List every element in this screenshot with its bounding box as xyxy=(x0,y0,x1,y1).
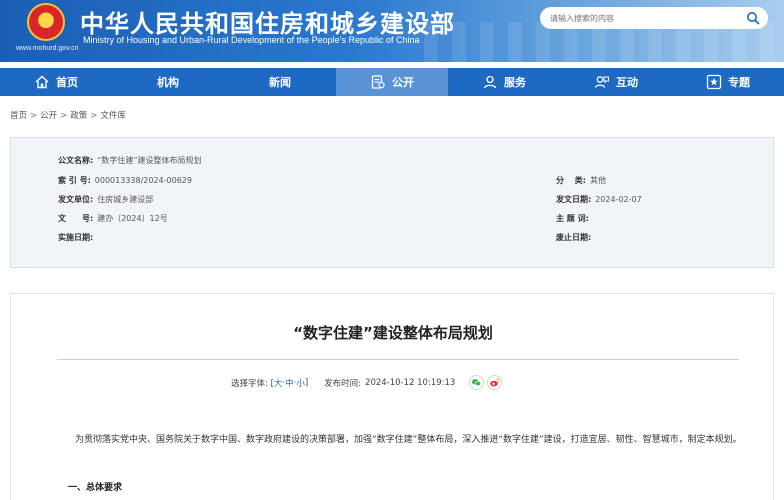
breadcrumb-file-library[interactable]: 文件库 xyxy=(100,111,126,121)
info-repeal-date: 废止日期: xyxy=(556,232,595,243)
font-size-close: ] xyxy=(304,377,309,388)
info-label: 索 引 号: xyxy=(58,176,91,185)
info-label: 分 类: xyxy=(556,176,586,185)
nav-item-news[interactable]: 新闻 xyxy=(224,68,336,96)
nav-item-label: 首页 xyxy=(56,76,78,89)
weibo-icon[interactable] xyxy=(487,375,503,390)
site-title[interactable]: 中华人民共和国住房和城乡建设部 xyxy=(80,4,455,39)
nav-item-institutions[interactable]: 机构 xyxy=(112,68,224,96)
nav-item-label: 互动 xyxy=(616,76,638,89)
info-value: 000013338/2024-00629 xyxy=(94,176,192,185)
font-large-link[interactable]: 大 xyxy=(274,377,283,389)
info-subject: 主 题 词: xyxy=(556,213,593,224)
nav-item-label: 服务 xyxy=(504,76,526,89)
info-label: 公文名称: xyxy=(58,156,94,165)
info-category: 分 类: 其他 xyxy=(556,175,606,186)
publish-time-label: 发布时间: xyxy=(324,378,362,389)
user-service-icon xyxy=(483,75,497,89)
info-label: 文 号: xyxy=(58,214,94,223)
nav-item-service[interactable]: 服务 xyxy=(448,68,560,96)
font-size-label: 选择字体: [ xyxy=(231,378,274,389)
nav-item-interaction[interactable]: 互动 xyxy=(560,68,672,96)
article-meta: 选择字体: [ 大 · 中 · 小 ] 发布时间: 2024-10-12 10:19:1… xyxy=(231,375,503,390)
breadcrumb-public[interactable]: 公开 xyxy=(40,111,57,121)
info-doc-no: 文 号: 建办〔2024〕12号 xyxy=(58,213,168,224)
breadcrumb-separator: > xyxy=(30,111,38,121)
info-label: 发文单位: xyxy=(58,195,94,204)
info-value: 建办〔2024〕12号 xyxy=(97,214,168,223)
document-icon xyxy=(371,75,385,89)
info-index-no: 索 引 号: 000013338/2024-00629 xyxy=(58,175,192,186)
nav-item-label: 机构 xyxy=(157,76,179,89)
site-header: ★ www.mohurd.gov.cn 中华人民共和国住房和城乡建设部 Mini… xyxy=(0,0,784,62)
title-divider xyxy=(57,359,739,360)
info-effective-date: 实施日期: xyxy=(58,232,97,243)
document-info-panel: 公文名称: “数字住建”建设整体布局规划 索 引 号: 000013338/2024… xyxy=(10,137,774,268)
info-value: “数字住建”建设整体布局规划 xyxy=(97,156,202,165)
nav-item-topics[interactable]: 专题 xyxy=(672,68,784,96)
article-title: “数字住建”建设整体布局规划 xyxy=(293,324,493,342)
breadcrumb-separator: > xyxy=(60,111,68,121)
chat-user-icon xyxy=(594,76,609,88)
search-input[interactable] xyxy=(550,13,746,23)
info-label: 主 题 词: xyxy=(556,214,589,223)
nav-item-label: 专题 xyxy=(728,76,750,89)
article-panel: “数字住建”建设整体布局规划 选择字体: [ 大 · 中 · 小 ] 发布时间: 202… xyxy=(10,293,774,500)
font-medium-link[interactable]: 中 xyxy=(285,377,294,389)
publish-time: 2024-10-12 10:19:13 xyxy=(365,377,456,388)
nav-item-label: 公开 xyxy=(392,76,414,89)
breadcrumb-home[interactable]: 首页 xyxy=(10,111,27,121)
search-icon[interactable] xyxy=(746,11,760,25)
main-nav: 首页 机构 新闻 公开 服务 互动 专题 xyxy=(0,68,784,96)
info-value: 其他 xyxy=(589,176,606,185)
star-box-icon xyxy=(706,74,722,90)
breadcrumb: 首页 > 公开 > 政策 > 文件库 xyxy=(10,109,126,121)
font-small-link[interactable]: 小 xyxy=(296,377,305,389)
info-value: 2024-02-07 xyxy=(595,195,642,204)
info-label: 发文日期: xyxy=(556,195,592,204)
nav-item-label: 新闻 xyxy=(269,76,291,89)
article-paragraph: 为贯彻落实党中央、国务院关于数字中国、数字政府建设的决策部署，加强“数字住建”整… xyxy=(75,435,742,445)
site-url: www.mohurd.gov.cn xyxy=(16,45,79,52)
national-emblem-icon[interactable]: ★ xyxy=(27,3,65,41)
info-issuer: 发文单位: 住房城乡建设部 xyxy=(58,194,153,205)
section-heading: 一、总体要求 xyxy=(68,483,123,493)
wechat-icon[interactable] xyxy=(469,375,485,390)
info-issue-date: 发文日期: 2024-02-07 xyxy=(556,194,642,205)
search-box xyxy=(540,7,768,29)
info-value: 住房城乡建设部 xyxy=(97,195,154,204)
breadcrumb-separator: > xyxy=(90,111,98,121)
info-doc-name: 公文名称: “数字住建”建设整体布局规划 xyxy=(58,155,202,166)
nav-item-home[interactable]: 首页 xyxy=(0,68,112,96)
breadcrumb-policy[interactable]: 政策 xyxy=(70,111,87,121)
nav-item-public[interactable]: 公开 xyxy=(336,68,448,96)
info-label: 废止日期: xyxy=(556,233,592,242)
home-icon xyxy=(35,75,49,89)
site-subtitle: Ministry of Housing and Urban-Rural Deve… xyxy=(83,35,420,45)
info-label: 实施日期: xyxy=(58,233,94,242)
